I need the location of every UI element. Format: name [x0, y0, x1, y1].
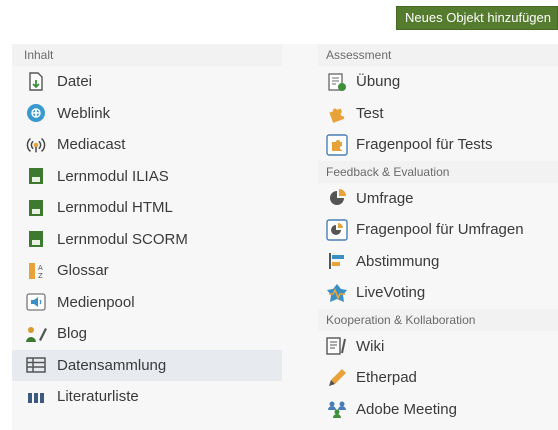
wiki-icon — [326, 335, 348, 357]
bibliography-icon — [25, 386, 47, 408]
menu-column-content: Inhalt Datei Weblink Mediacast Lernmodul… — [12, 44, 282, 413]
add-object-dropdown-menu: Inhalt Datei Weblink Mediacast Lernmodul… — [12, 44, 558, 430]
test-puzzle-icon — [326, 102, 348, 124]
menu-item-mediacast[interactable]: Mediacast — [12, 129, 282, 161]
menu-item-label: Adobe Meeting — [356, 400, 457, 418]
weblink-icon — [25, 102, 47, 124]
menu-column-other: Assessment Übung Test Fragenpool für Tes… — [318, 44, 558, 425]
learning-module-icon — [25, 197, 47, 219]
menu-item-label: Literaturliste — [57, 388, 139, 406]
menu-item-label: Blog — [57, 325, 88, 343]
menu-item-label: Fragenpool für Tests — [356, 136, 493, 154]
learning-module-icon — [25, 165, 47, 187]
group-title-assessment: Assessment — [318, 44, 558, 66]
etherpad-pencil-icon — [326, 367, 348, 389]
menu-item-label: Lernmodul ILIAS — [57, 167, 169, 185]
menu-item-label: Datei — [57, 73, 93, 91]
poll-icon — [326, 250, 348, 272]
menu-item-label: Wiki — [356, 337, 385, 355]
menu-item-lernmodul-html[interactable]: Lernmodul HTML — [12, 192, 282, 224]
exercise-icon — [326, 71, 348, 93]
menu-item-wiki[interactable]: Wiki — [318, 331, 558, 363]
file-download-icon — [25, 71, 47, 93]
top-bar: Neues Objekt hinzufügen — [0, 0, 558, 36]
menu-item-fragenpool-tests[interactable]: Fragenpool für Tests — [318, 129, 558, 161]
group-title-kooperation: Kooperation & Kollaboration — [318, 308, 558, 331]
menu-item-label: LiveVoting — [356, 284, 426, 302]
menu-item-label: Lernmodul SCORM — [57, 230, 188, 248]
menu-item-test[interactable]: Test — [318, 98, 558, 130]
menu-item-abstimmung[interactable]: Abstimmung — [318, 246, 558, 278]
glossary-icon: AZ — [25, 260, 47, 282]
survey-icon — [326, 187, 348, 209]
svg-text:Z: Z — [38, 272, 43, 280]
adobe-meeting-icon — [326, 398, 348, 420]
menu-item-weblink[interactable]: Weblink — [12, 98, 282, 130]
menu-item-blog[interactable]: Blog — [12, 318, 282, 350]
menu-item-label: Mediacast — [57, 136, 126, 154]
menu-item-label: Datensammlung — [57, 356, 167, 374]
menu-item-datensammlung[interactable]: Datensammlung — [12, 349, 282, 381]
menu-item-lernmodul-scorm[interactable]: Lernmodul SCORM — [12, 224, 282, 256]
menu-item-label: Etherpad — [356, 369, 417, 387]
menu-item-label: Glossar — [57, 262, 109, 280]
menu-item-label: Lernmodul HTML — [57, 199, 173, 217]
menu-item-umfrage[interactable]: Umfrage — [318, 183, 558, 215]
menu-item-adobe-meeting[interactable]: Adobe Meeting — [318, 394, 558, 426]
menu-item-fragenpool-umfragen[interactable]: Fragenpool für Umfragen — [318, 214, 558, 246]
survey-pool-icon — [326, 219, 348, 241]
menu-item-label: Test — [356, 104, 384, 122]
menu-item-label: Fragenpool für Umfragen — [356, 221, 524, 239]
add-new-object-button[interactable]: Neues Objekt hinzufügen — [396, 6, 558, 30]
menu-item-label: Übung — [356, 73, 401, 91]
menu-item-livevoting[interactable]: LiveVoting — [318, 277, 558, 309]
menu-item-label: Medienpool — [57, 293, 135, 311]
mediacast-icon — [25, 134, 47, 156]
menu-item-label: Umfrage — [356, 189, 414, 207]
menu-item-literaturliste[interactable]: Literaturliste — [12, 381, 282, 413]
menu-item-uebung[interactable]: Übung — [318, 66, 558, 98]
media-pool-icon — [25, 291, 47, 313]
livevoting-icon — [326, 282, 348, 304]
svg-text:A: A — [38, 264, 43, 272]
learning-module-icon — [25, 228, 47, 250]
menu-item-label: Abstimmung — [356, 252, 440, 270]
group-title-inhalt: Inhalt — [12, 44, 282, 66]
menu-item-datei[interactable]: Datei — [12, 66, 282, 98]
data-collection-icon — [25, 354, 47, 376]
menu-item-medienpool[interactable]: Medienpool — [12, 287, 282, 319]
menu-item-etherpad[interactable]: Etherpad — [318, 362, 558, 394]
question-pool-icon — [326, 134, 348, 156]
menu-item-lernmodul-ilias[interactable]: Lernmodul ILIAS — [12, 161, 282, 193]
menu-item-label: Weblink — [57, 104, 111, 122]
menu-item-glossar[interactable]: AZ Glossar — [12, 255, 282, 287]
blog-icon — [25, 323, 47, 345]
group-title-feedback: Feedback & Evaluation — [318, 160, 558, 183]
